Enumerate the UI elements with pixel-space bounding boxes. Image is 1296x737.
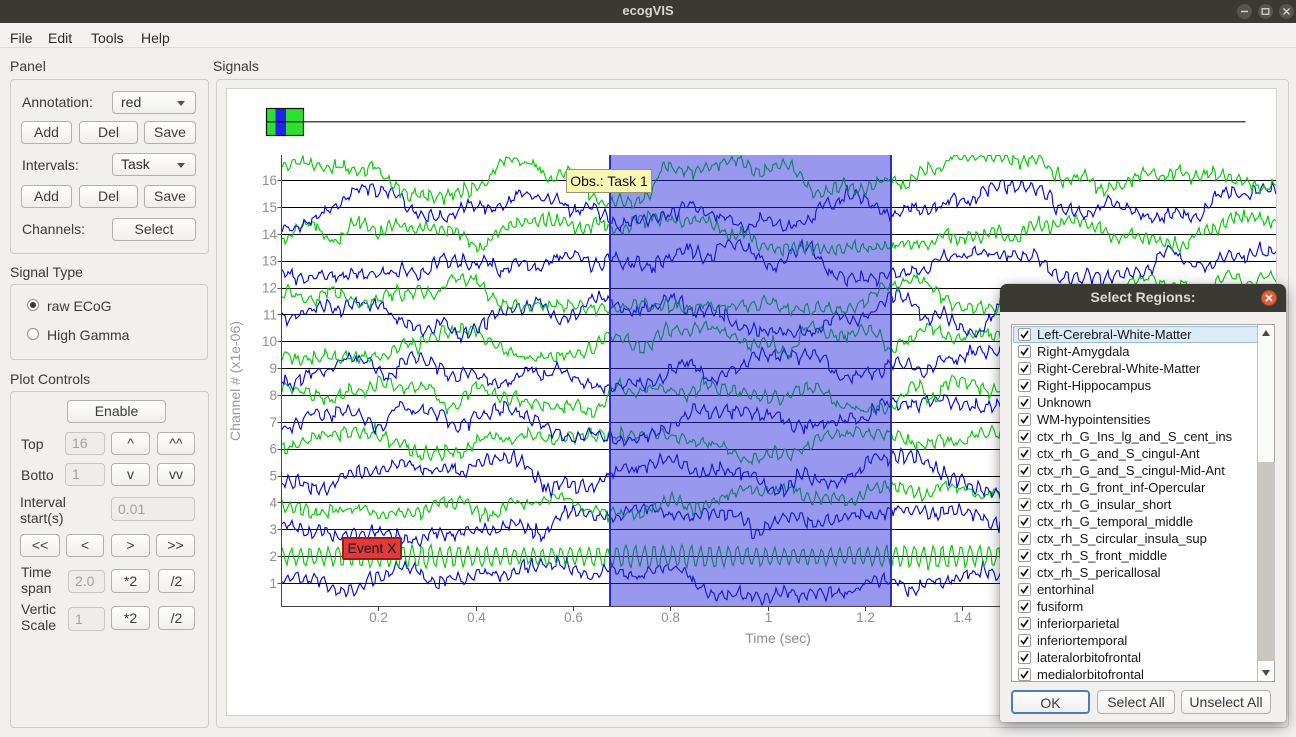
svg-text:1.4: 1.4	[953, 610, 972, 625]
svg-text:Time (sec): Time (sec)	[745, 630, 811, 646]
svg-text:11: 11	[263, 307, 277, 322]
svg-text:13: 13	[262, 254, 277, 269]
svg-text:15: 15	[262, 200, 277, 215]
svg-text:4: 4	[269, 495, 277, 510]
svg-text:12: 12	[262, 281, 277, 296]
svg-text:Channel # (x1e-06): Channel # (x1e-06)	[227, 321, 243, 441]
svg-text:8: 8	[269, 388, 277, 403]
svg-text:1.2: 1.2	[856, 610, 875, 625]
svg-text:0.4: 0.4	[467, 610, 486, 625]
svg-text:0.6: 0.6	[564, 610, 583, 625]
svg-text:2: 2	[269, 549, 277, 564]
svg-text:0.8: 0.8	[661, 610, 680, 625]
svg-text:9: 9	[269, 361, 277, 376]
svg-text:3: 3	[269, 522, 277, 537]
svg-text:5: 5	[269, 469, 277, 484]
svg-text:0.2: 0.2	[369, 610, 388, 625]
svg-text:14: 14	[262, 227, 278, 242]
svg-text:16: 16	[262, 173, 277, 188]
svg-text:7: 7	[269, 415, 277, 430]
svg-text:10: 10	[262, 334, 277, 349]
svg-text:1: 1	[269, 576, 277, 591]
svg-text:6: 6	[269, 442, 277, 457]
svg-text:1: 1	[765, 610, 773, 625]
